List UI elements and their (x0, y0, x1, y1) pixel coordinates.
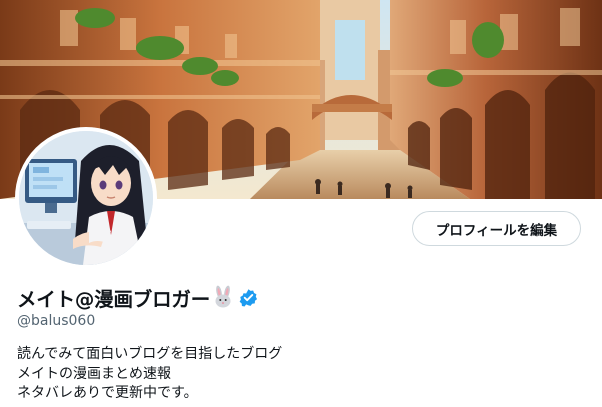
profile-handle: @balus060 (17, 313, 96, 329)
profile-bio: 読んでみて面白いブログを目指したブログ メイトの漫画まとめ速報 ネタバレありで更… (17, 345, 282, 404)
edit-profile-button[interactable]: プロフィールを編集 (412, 211, 581, 246)
profile-header: プロフィールを編集 メイト@漫画ブロガー @balus060 読んでみて面白いブ… (0, 0, 602, 407)
rabbit-face-icon (211, 285, 235, 309)
bio-line: 読んでみて面白いブログを目指したブログ (17, 346, 283, 362)
profile-avatar[interactable] (15, 127, 157, 269)
display-name: メイト@漫画ブロガー (17, 287, 211, 311)
bio-line: ネタバレありで更新中です。 (17, 385, 198, 401)
profile-name-row: メイト@漫画ブロガー (17, 284, 258, 311)
bio-line: メイトの漫画まとめ速報 (17, 365, 171, 382)
verified-check-icon[interactable] (239, 288, 258, 307)
